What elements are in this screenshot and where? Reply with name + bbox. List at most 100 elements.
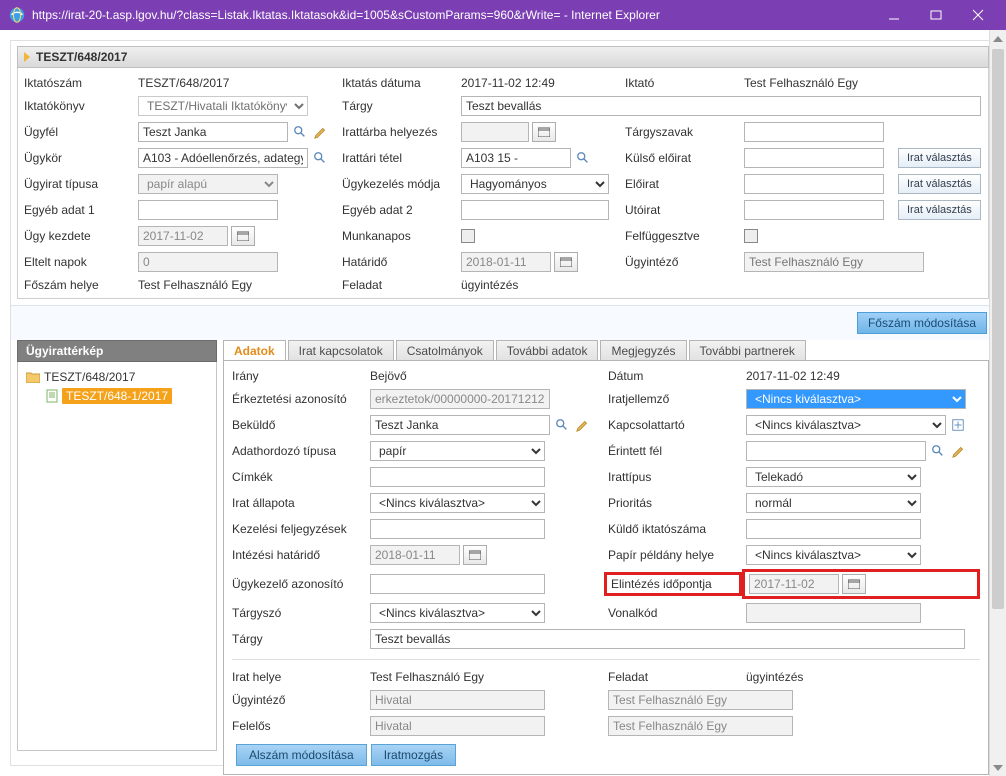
input-irattarba[interactable] xyxy=(461,122,529,142)
add-icon[interactable] xyxy=(949,416,967,434)
expand-icon xyxy=(24,52,30,62)
input-elintezes[interactable] xyxy=(749,574,839,594)
select-ugykezeles[interactable]: Hagyományos xyxy=(461,174,609,194)
search-icon[interactable] xyxy=(574,149,592,167)
checkbox-felfuggesztve[interactable] xyxy=(744,229,758,243)
btn-alszam-modositasa[interactable]: Alszám módosítása xyxy=(236,744,367,766)
lbl-feladat: Feladat xyxy=(342,278,457,292)
select-irattipus[interactable]: Telekadó xyxy=(746,467,921,487)
select-kapcsolattarto[interactable]: <Nincs kiválasztva> xyxy=(746,415,946,435)
input-hatarido[interactable] xyxy=(461,252,551,272)
edit-icon[interactable] xyxy=(312,123,330,141)
select-ugyirat-tipusa[interactable]: papír alapú xyxy=(138,174,278,194)
calendar-icon[interactable] xyxy=(532,122,556,142)
input-targyszavak[interactable] xyxy=(744,122,884,142)
calendar-icon[interactable] xyxy=(554,252,578,272)
input-eloirat[interactable] xyxy=(744,174,884,194)
select-irat-allapota[interactable]: <Nincs kiválasztva> xyxy=(370,493,545,513)
select-papir-peldany[interactable]: <Nincs kiválasztva> xyxy=(746,545,921,565)
calendar-icon[interactable] xyxy=(463,545,487,565)
lbl-kuldo-iktatoszama: Küldő iktatószáma xyxy=(608,522,738,536)
window-title: https://irat-20-t.asp.lgov.hu/?class=Lis… xyxy=(32,8,874,22)
lbl-felfuggesztve: Felfüggesztve xyxy=(625,229,740,243)
lbl-erkeztetesi: Érkeztetési azonosító xyxy=(232,392,362,406)
input-ugyintezo[interactable] xyxy=(744,252,924,272)
btn-irat-valasztas-3[interactable]: Irat választás xyxy=(898,200,981,220)
calendar-icon[interactable] xyxy=(231,226,255,246)
val-irany: Bejövő xyxy=(370,369,600,383)
input-intezesi-hatarido[interactable] xyxy=(370,545,460,565)
lbl-eloirat: Előirat xyxy=(625,177,740,191)
tree-body: TESZT/648/2017 TESZT/648-1/2017 xyxy=(17,362,217,751)
lbl-utoirat: Utóirat xyxy=(625,203,740,217)
input-bekuldo[interactable] xyxy=(370,415,550,435)
lbl-targy: Tárgy xyxy=(342,99,457,113)
tree-child[interactable]: TESZT/648-1/2017 xyxy=(46,386,210,406)
input-kezelesi[interactable] xyxy=(370,519,545,539)
panel-header: TESZT/648/2017 xyxy=(17,46,989,68)
lbl-ugykezelo-azon: Ügykezelő azonosító xyxy=(232,577,362,591)
input-ugyfel[interactable] xyxy=(138,122,288,142)
lbl-ugyfel: Ügyfél xyxy=(24,125,134,139)
tree-root[interactable]: TESZT/648/2017 xyxy=(26,368,210,386)
input-utoirat[interactable] xyxy=(744,200,884,220)
scroll-up-icon[interactable] xyxy=(990,30,1006,47)
val-irat-helye: Test Felhasználó Egy xyxy=(370,670,600,684)
lbl-cimkek: Címkék xyxy=(232,470,362,484)
tab-csatolmanyok[interactable]: Csatolmányok xyxy=(396,340,494,360)
search-icon[interactable] xyxy=(291,123,309,141)
input-targy-detail[interactable] xyxy=(370,629,965,649)
lbl-ugyirat-tipusa: Ügyirat típusa xyxy=(24,177,134,191)
calendar-icon[interactable] xyxy=(842,574,866,594)
select-prioritas[interactable]: normál xyxy=(746,493,921,513)
input-kuldo-iktatoszama[interactable] xyxy=(746,519,921,539)
input-ugy-kezdete[interactable] xyxy=(138,226,228,246)
scroll-down-icon[interactable] xyxy=(990,759,1006,776)
select-iktatokonyv[interactable]: TESZT/Hivatali Iktatókönyv xyxy=(138,96,308,116)
input-cimkek[interactable] xyxy=(370,467,545,487)
edit-icon[interactable] xyxy=(574,416,592,434)
lbl-ugyintezo: Ügyintéző xyxy=(625,255,740,269)
input-targy[interactable] xyxy=(461,96,981,116)
input-egyeb1[interactable] xyxy=(138,200,278,220)
lbl-irat-helye: Irat helye xyxy=(232,670,362,684)
tab-irat-kapcsolatok[interactable]: Irat kapcsolatok xyxy=(288,340,394,360)
select-targyszo[interactable]: <Nincs kiválasztva> xyxy=(370,603,545,623)
input-erintett-fel[interactable] xyxy=(746,441,926,461)
val-feladat-detail: ügyintézés xyxy=(746,670,976,684)
input-kulso-eloirat[interactable] xyxy=(744,148,884,168)
search-icon[interactable] xyxy=(311,149,329,167)
input-eltelt-napok xyxy=(138,252,278,272)
select-iratjellemzo[interactable]: <Nincs kiválasztva> xyxy=(746,389,966,409)
btn-irat-valasztas-2[interactable]: Irat választás xyxy=(898,174,981,194)
tab-tovabbi-partnerek[interactable]: További partnerek xyxy=(689,340,806,360)
window-close[interactable] xyxy=(958,2,998,28)
input-irattari-tetel[interactable] xyxy=(461,148,571,168)
input-ugyintezo-a xyxy=(370,690,545,710)
scroll-thumb[interactable] xyxy=(992,49,1004,609)
lbl-intezesi-hatarido: Intézési határidő xyxy=(232,548,362,562)
btn-foszam-modositasa[interactable]: Főszám módosítása xyxy=(857,312,987,334)
btn-iratmozgas[interactable]: Iratmozgás xyxy=(371,744,456,766)
document-icon xyxy=(46,389,58,403)
input-ugykor[interactable] xyxy=(138,148,308,168)
lbl-targy-detail: Tárgy xyxy=(232,632,362,646)
tab-adatok[interactable]: Adatok xyxy=(223,340,286,360)
select-adathordozo[interactable]: papír xyxy=(370,441,545,461)
lbl-kezelesi: Kezelési feljegyzések xyxy=(232,522,362,536)
lbl-vonalkod: Vonalkód xyxy=(608,606,738,620)
window-minimize[interactable] xyxy=(874,2,914,28)
input-egyeb2[interactable] xyxy=(461,200,609,220)
lbl-irattipus: Irattípus xyxy=(608,470,738,484)
edit-icon[interactable] xyxy=(950,442,968,460)
search-icon[interactable] xyxy=(929,442,947,460)
tab-megjegyzes[interactable]: Megjegyzés xyxy=(600,340,686,360)
search-icon[interactable] xyxy=(553,416,571,434)
lbl-bekuldo: Beküldő xyxy=(232,418,362,432)
checkbox-munkanapos[interactable] xyxy=(461,229,475,243)
input-ugykezelo-azon[interactable] xyxy=(370,574,545,594)
tab-tovabbi-adatok[interactable]: További adatok xyxy=(496,340,599,360)
window-maximize[interactable] xyxy=(916,2,956,28)
vertical-scrollbar[interactable] xyxy=(989,30,1006,776)
btn-irat-valasztas-1[interactable]: Irat választás xyxy=(898,148,981,168)
